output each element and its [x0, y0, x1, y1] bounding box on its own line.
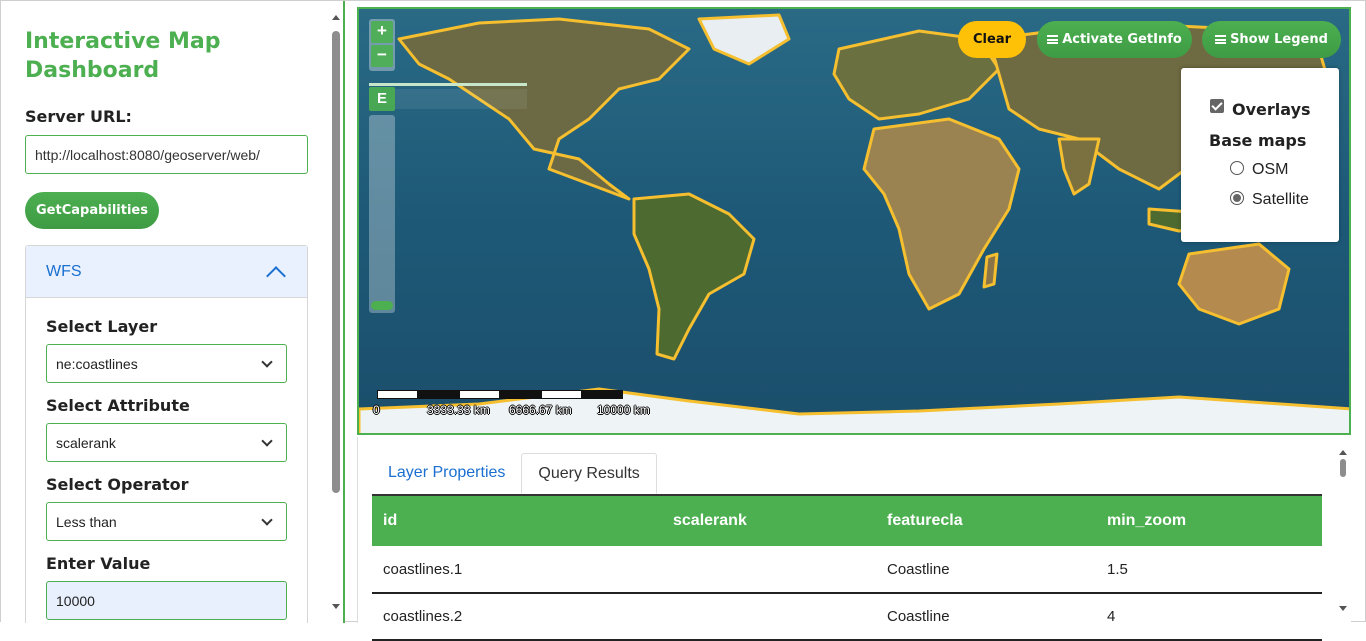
results-table: id scalerank featurecla min_zoom coastli…: [372, 494, 1322, 641]
cell-min-zoom: 1.5: [1096, 546, 1322, 594]
table-row[interactable]: coastlines.1 Coastline 1.5: [372, 546, 1322, 594]
cell-id: coastlines.2: [372, 593, 662, 641]
chevron-down-icon: [261, 434, 273, 447]
sidebar-scrollbar[interactable]: [329, 9, 343, 615]
server-url-input[interactable]: [25, 135, 308, 174]
scale-label-0: 0: [373, 403, 380, 417]
select-operator-dropdown[interactable]: Less than: [46, 502, 287, 541]
select-operator-label: Select Operator: [46, 475, 189, 494]
zoom-slider[interactable]: [369, 115, 395, 313]
sidebar: Interactive Map Dashboard Server URL: Ge…: [1, 1, 345, 623]
value-input[interactable]: [46, 581, 287, 620]
zoom-out-button[interactable]: −: [371, 45, 393, 67]
server-url-label: Server URL:: [25, 107, 132, 126]
column-header-id: id: [372, 494, 662, 546]
clear-label: Clear: [973, 32, 1011, 47]
overlays-label: Overlays: [1232, 100, 1311, 119]
cell-featurecla: Coastline: [876, 546, 1096, 594]
satellite-radio[interactable]: [1230, 191, 1244, 205]
menu-icon: [1215, 35, 1227, 44]
clear-button[interactable]: Clear: [958, 21, 1026, 58]
scroll-up-icon[interactable]: [332, 15, 340, 20]
zoom-to-extent-button[interactable]: E: [369, 87, 395, 111]
enter-value-label: Enter Value: [46, 554, 151, 573]
wfs-accordion-header[interactable]: WFS: [26, 246, 307, 298]
basemaps-label: Base maps: [1209, 131, 1307, 150]
table-row[interactable]: coastlines.2 Coastline 4: [372, 593, 1322, 641]
scale-label-3: 10000 km: [597, 403, 650, 417]
select-layer-label: Select Layer: [46, 317, 158, 336]
scroll-down-icon[interactable]: [332, 604, 340, 609]
zoom-slider-thumb[interactable]: [371, 301, 393, 310]
column-header-min-zoom: min_zoom: [1096, 494, 1322, 546]
scale-bar: [377, 390, 625, 400]
table-header-row: id scalerank featurecla min_zoom: [372, 494, 1322, 546]
osm-label: OSM: [1252, 161, 1289, 178]
select-attribute-value: scalerank: [56, 434, 116, 451]
results-scrollbar-thumb[interactable]: [1340, 459, 1346, 477]
column-header-featurecla: featurecla: [876, 494, 1096, 546]
getcapabilities-button[interactable]: GetCapabilities: [25, 192, 159, 229]
legend-label: Show Legend: [1230, 32, 1328, 47]
results-panel: Layer Properties Query Results id scaler…: [357, 437, 1351, 641]
scroll-up-icon[interactable]: [1339, 450, 1347, 455]
results-scrollbar[interactable]: [1338, 450, 1348, 617]
wfs-accordion-title: WFS: [46, 262, 82, 280]
zoom-in-button[interactable]: +: [371, 21, 393, 43]
select-attribute-label: Select Attribute: [46, 396, 190, 415]
cell-scalerank: [662, 593, 876, 641]
cell-min-zoom: 4: [1096, 593, 1322, 641]
extent-indicator: [369, 83, 527, 86]
cell-featurecla: Coastline: [876, 593, 1096, 641]
scale-label-1: 3333.33 km: [427, 403, 490, 417]
tab-query-results[interactable]: Query Results: [521, 453, 657, 494]
chevron-down-icon: [261, 355, 273, 368]
activate-getinfo-button[interactable]: Activate GetInfo: [1037, 21, 1192, 58]
results-tabs: Layer Properties Query Results: [372, 453, 657, 494]
tab-layer-properties[interactable]: Layer Properties: [372, 453, 521, 494]
app-title: Interactive Map Dashboard: [25, 29, 221, 83]
getinfo-label: Activate GetInfo: [1062, 32, 1182, 47]
map-viewport[interactable]: + − E Clear Activate GetInfo Show Legend…: [357, 7, 1351, 435]
menu-icon: [1047, 35, 1059, 44]
cell-scalerank: [662, 546, 876, 594]
zoom-control: + −: [369, 19, 395, 71]
select-layer-value: ne:coastlines: [56, 355, 138, 372]
extent-strip: [395, 89, 527, 109]
osm-radio[interactable]: [1230, 161, 1244, 175]
show-legend-button[interactable]: Show Legend: [1202, 21, 1341, 58]
layer-switcher-panel: Overlays Base maps OSM Satellite: [1181, 68, 1339, 242]
scale-label-2: 6666.67 km: [509, 403, 572, 417]
sidebar-scrollbar-thumb[interactable]: [332, 31, 340, 493]
app-window: Interactive Map Dashboard Server URL: Ge…: [0, 0, 1366, 641]
cell-id: coastlines.1: [372, 546, 662, 594]
overlays-checkbox[interactable]: [1210, 99, 1224, 113]
select-operator-value: Less than: [56, 513, 117, 530]
select-attribute-dropdown[interactable]: scalerank: [46, 423, 287, 462]
madagascar-landmass: [982, 252, 999, 289]
chevron-down-icon: [261, 513, 273, 526]
chevron-up-icon: [266, 265, 286, 286]
column-header-scalerank: scalerank: [662, 494, 876, 546]
scroll-down-icon[interactable]: [1339, 606, 1347, 611]
satellite-label: Satellite: [1252, 191, 1309, 208]
wfs-accordion: WFS Select Layer ne:coastlines Select At…: [25, 245, 308, 623]
select-layer-dropdown[interactable]: ne:coastlines: [46, 344, 287, 383]
